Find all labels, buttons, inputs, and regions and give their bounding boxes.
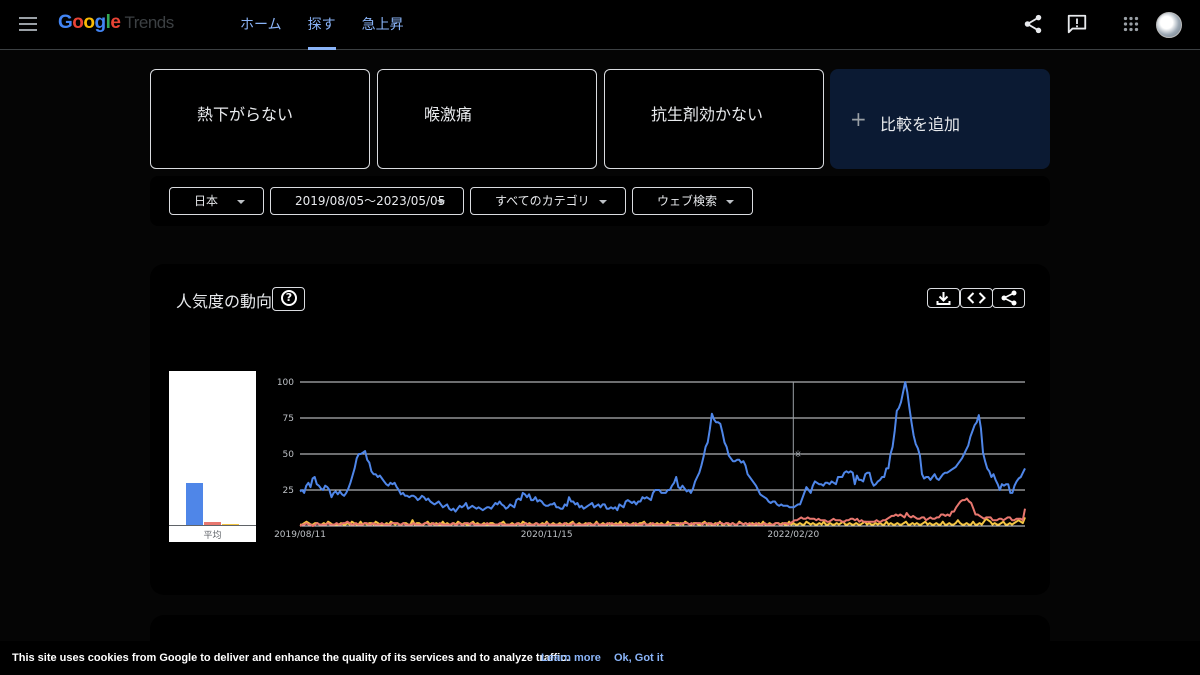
nav-trending[interactable]: 急上昇 bbox=[362, 0, 404, 50]
term-label: 抗生剤効かない bbox=[651, 105, 764, 124]
x-tick-label: 2022/02/20 bbox=[767, 530, 819, 540]
nav-explore[interactable]: 探す bbox=[307, 0, 336, 50]
average-bar bbox=[186, 482, 203, 525]
average-label: 平均 bbox=[203, 531, 222, 541]
y-tick-label: 50 bbox=[283, 450, 295, 460]
cookie-banner: This site uses cookies from Google to de… bbox=[0, 641, 1200, 675]
plus-icon: + bbox=[850, 107, 867, 131]
region-filter[interactable]: 日本 bbox=[169, 187, 264, 215]
dropdown-caret-icon bbox=[437, 200, 445, 204]
top-bar: Google Trends ホーム 探す 急上昇 bbox=[0, 0, 1200, 50]
term-card-3[interactable]: 抗生剤効かない bbox=[604, 69, 824, 169]
share-icon bbox=[1001, 290, 1017, 306]
series-line bbox=[299, 497, 1026, 527]
y-tick-label: 75 bbox=[283, 414, 294, 424]
dropdown-caret-icon bbox=[726, 200, 734, 204]
feedback-icon[interactable] bbox=[1066, 13, 1088, 35]
y-tick-label: 25 bbox=[283, 486, 294, 496]
term-card-1[interactable]: 熱下がらない bbox=[150, 69, 370, 169]
share-button[interactable] bbox=[992, 288, 1025, 308]
date-range-filter[interactable]: 2019/08/05～2023/05/05 bbox=[270, 187, 464, 215]
download-button[interactable] bbox=[927, 288, 960, 308]
term-card-2[interactable]: 喉激痛 bbox=[377, 69, 597, 169]
category-filter[interactable]: すべてのカテゴリ bbox=[470, 187, 626, 215]
add-comparison-label: 比較を追加 bbox=[880, 115, 961, 134]
google-trends-logo[interactable]: Google Trends bbox=[58, 12, 174, 34]
main-nav: ホーム 探す 急上昇 bbox=[240, 0, 430, 50]
x-tick-label: 2019/08/11 bbox=[274, 530, 326, 540]
nav-home[interactable]: ホーム bbox=[240, 0, 282, 50]
learn-more-link[interactable]: Learn more bbox=[541, 652, 601, 664]
series-line bbox=[299, 381, 1026, 513]
filter-bar: 日本 2019/08/05～2023/05/05 すべてのカテゴリ ウェブ検索 bbox=[150, 176, 1050, 226]
help-icon: ? bbox=[281, 290, 297, 306]
embed-icon bbox=[967, 292, 986, 304]
search-type-filter[interactable]: ウェブ検索 bbox=[632, 187, 753, 215]
cookie-text: This site uses cookies from Google to de… bbox=[12, 652, 570, 664]
menu-icon[interactable] bbox=[19, 17, 37, 31]
dropdown-caret-icon bbox=[599, 200, 607, 204]
term-label: 喉激痛 bbox=[424, 105, 473, 124]
average-bars: 平均 bbox=[169, 371, 256, 542]
account-avatar[interactable] bbox=[1156, 12, 1182, 38]
add-comparison-button[interactable]: + 比較を追加 bbox=[830, 69, 1050, 169]
annotation-marker: ※ bbox=[794, 450, 802, 460]
embed-button[interactable] bbox=[960, 288, 993, 308]
ok-got-it-button[interactable]: Ok, Got it bbox=[614, 652, 664, 664]
apps-icon[interactable] bbox=[1120, 13, 1142, 35]
term-label: 熱下がらない bbox=[197, 105, 294, 124]
interest-line-chart: 25 50 75 100 2019/08/11 2020/11/15 2022/02/20 ※ bbox=[274, 378, 1026, 540]
help-button[interactable]: ? bbox=[272, 287, 305, 311]
dropdown-caret-icon bbox=[237, 200, 245, 204]
panel-title: 人気度の動向 bbox=[176, 292, 273, 311]
y-tick-label: 100 bbox=[277, 378, 294, 388]
download-icon bbox=[936, 292, 951, 305]
x-tick-label: 2020/11/15 bbox=[521, 530, 573, 540]
average-axis bbox=[169, 525, 256, 526]
share-icon[interactable] bbox=[1022, 13, 1044, 35]
